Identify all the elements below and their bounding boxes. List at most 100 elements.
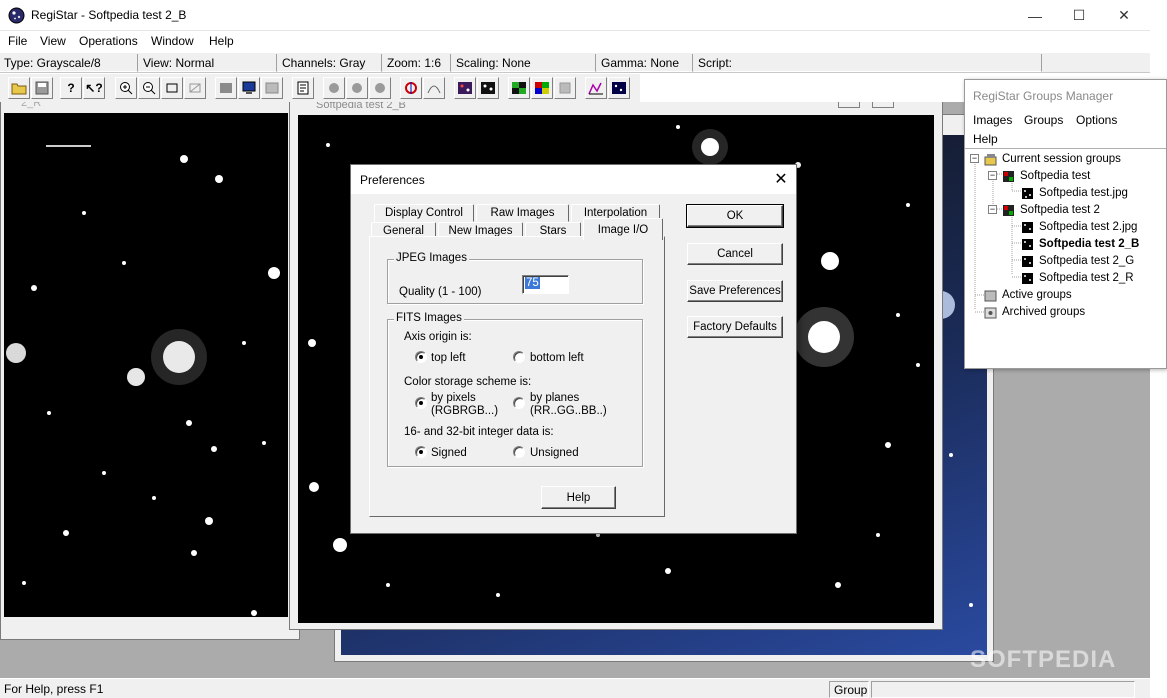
tree-current-label: Current session groups: [1002, 153, 1121, 165]
group-icon: [1002, 170, 1015, 183]
circle-icon[interactable]: [346, 77, 368, 99]
axis-bottom-left-radio[interactable]: [513, 351, 525, 363]
help-icon[interactable]: ?: [60, 77, 82, 99]
histogram-icon[interactable]: [585, 77, 607, 99]
info-scaling: Scaling: None: [452, 54, 596, 72]
axis-origin-label: Axis origin is:: [404, 331, 472, 343]
menu-operations[interactable]: Operations: [79, 34, 138, 48]
toolbar: ? ↖?: [0, 74, 640, 102]
by-planes-label[interactable]: by planes: [530, 392, 579, 405]
crop-icon[interactable]: [161, 77, 183, 99]
tree-group-softpedia-test-2[interactable]: Softpedia test 2: [1002, 202, 1100, 218]
script-icon[interactable]: [292, 77, 314, 99]
folder-stack-icon: [984, 289, 997, 302]
open-icon[interactable]: [8, 77, 30, 99]
cancel-button[interactable]: Cancel: [687, 243, 783, 265]
menu-file[interactable]: File: [8, 34, 27, 48]
curve-icon[interactable]: [423, 77, 445, 99]
star-grid-icon[interactable]: [477, 77, 499, 99]
circle-icon[interactable]: [323, 77, 345, 99]
gray-box-icon[interactable]: [215, 77, 237, 99]
tree-item[interactable]: Softpedia test 2_R: [1021, 270, 1134, 286]
tree-expander-current[interactable]: −: [970, 154, 979, 163]
save-preferences-button[interactable]: Save Preferences: [687, 280, 783, 302]
title-bar: RegiStar - Softpedia test 2_B — ☐ ✕: [0, 0, 1150, 31]
context-help-icon[interactable]: ↖?: [83, 77, 105, 99]
grid-icon[interactable]: [608, 77, 630, 99]
info-view: View: Normal: [139, 54, 277, 72]
color-storage-label: Color storage scheme is:: [404, 376, 532, 388]
tree-group1-label: Softpedia test: [1020, 170, 1091, 182]
info-script: Script:: [694, 54, 1042, 72]
menu-window[interactable]: Window: [151, 34, 194, 48]
tab-image-io[interactable]: Image I/O: [583, 218, 663, 240]
color-icon[interactable]: [508, 77, 530, 99]
menu-view[interactable]: View: [40, 34, 66, 48]
signed-label[interactable]: Signed: [431, 447, 467, 460]
minimize-button[interactable]: —: [1012, 0, 1058, 31]
tree-expander-group2[interactable]: −: [988, 205, 997, 214]
tree-archived-groups[interactable]: Archived groups: [984, 304, 1085, 320]
gm-menu-groups[interactable]: Groups: [1024, 113, 1063, 127]
dialog-title: Preferences: [360, 173, 425, 187]
tab-display-control[interactable]: Display Control: [374, 204, 474, 222]
image-icon: [1021, 238, 1034, 251]
disabled-tool-icon[interactable]: [554, 77, 576, 99]
unsigned-radio[interactable]: [513, 446, 525, 458]
mdi-maximize-button[interactable]: [872, 102, 894, 108]
tree-expander-group1[interactable]: −: [988, 171, 997, 180]
zoom-in-icon[interactable]: [115, 77, 137, 99]
axis-top-left-radio[interactable]: [415, 351, 427, 363]
unsigned-label[interactable]: Unsigned: [530, 447, 579, 460]
registar-app-icon: [8, 7, 25, 24]
status-bar: For Help, press F1 Group: [0, 678, 1150, 698]
tree-current-session[interactable]: Current session groups: [984, 151, 1121, 167]
image-icon: [1021, 272, 1034, 285]
stars-icon[interactable]: [454, 77, 476, 99]
save-icon[interactable]: [31, 77, 53, 99]
axis-bottom-left-label[interactable]: bottom left: [530, 352, 584, 365]
integer-data-label: 16- and 32-bit integer data is:: [404, 426, 554, 438]
disabled-tool-icon[interactable]: [184, 77, 206, 99]
monitor-icon[interactable]: [238, 77, 260, 99]
by-pixels-sublabel[interactable]: (RGBRGB...): [431, 405, 498, 418]
image-info-bar: Type: Grayscale/8 View: Normal Channels:…: [0, 53, 1150, 73]
mdi-minimize-button[interactable]: [838, 102, 860, 108]
image-window-2r[interactable]: 2_R: [0, 102, 300, 640]
groups-tree: − Current session groups − Softpedia tes…: [965, 148, 1166, 368]
jpeg-quality-input[interactable]: 75: [522, 275, 569, 294]
tree-item[interactable]: Softpedia test 2_G: [1021, 253, 1134, 269]
gm-menu-images[interactable]: Images: [973, 113, 1012, 127]
folder-stack-icon: [984, 153, 997, 166]
color-combine-icon[interactable]: [531, 77, 553, 99]
circle-icon[interactable]: [369, 77, 391, 99]
maximize-button[interactable]: ☐: [1056, 0, 1102, 31]
tree-item[interactable]: Softpedia test.jpg: [1021, 185, 1128, 201]
menu-help[interactable]: Help: [209, 34, 234, 48]
tree-item-selected[interactable]: Softpedia test 2_B: [1021, 236, 1139, 252]
by-pixels-label[interactable]: by pixels: [431, 392, 476, 405]
disabled-tool-icon[interactable]: [261, 77, 283, 99]
gm-menu-options[interactable]: Options: [1076, 113, 1117, 127]
signed-radio[interactable]: [415, 446, 427, 458]
tree-item-label: Softpedia test 2_B: [1039, 238, 1140, 250]
by-planes-sublabel[interactable]: (RR..GG..BB..): [530, 405, 607, 418]
tab-raw-images[interactable]: Raw Images: [476, 204, 569, 222]
axis-top-left-label[interactable]: top left: [431, 352, 466, 365]
zoom-out-icon[interactable]: [138, 77, 160, 99]
dialog-close-icon[interactable]: ✕: [770, 168, 792, 190]
tree-item[interactable]: Softpedia test 2.jpg: [1021, 219, 1137, 235]
factory-defaults-button[interactable]: Factory Defaults: [687, 316, 783, 338]
ok-button[interactable]: OK: [686, 204, 784, 228]
close-button[interactable]: ✕: [1101, 0, 1147, 31]
by-pixels-radio[interactable]: [415, 397, 427, 409]
tree-item-label: Softpedia test 2.jpg: [1039, 221, 1138, 233]
tree-group2-label: Softpedia test 2: [1020, 204, 1100, 216]
gm-menu-help[interactable]: Help: [973, 132, 998, 146]
tree-active-groups[interactable]: Active groups: [984, 287, 1072, 303]
align-icon[interactable]: [400, 77, 422, 99]
tree-group-softpedia-test[interactable]: Softpedia test: [1002, 168, 1090, 184]
help-button[interactable]: Help: [541, 486, 616, 509]
by-planes-radio[interactable]: [513, 397, 525, 409]
info-zoom: Zoom: 1:6: [383, 54, 451, 72]
